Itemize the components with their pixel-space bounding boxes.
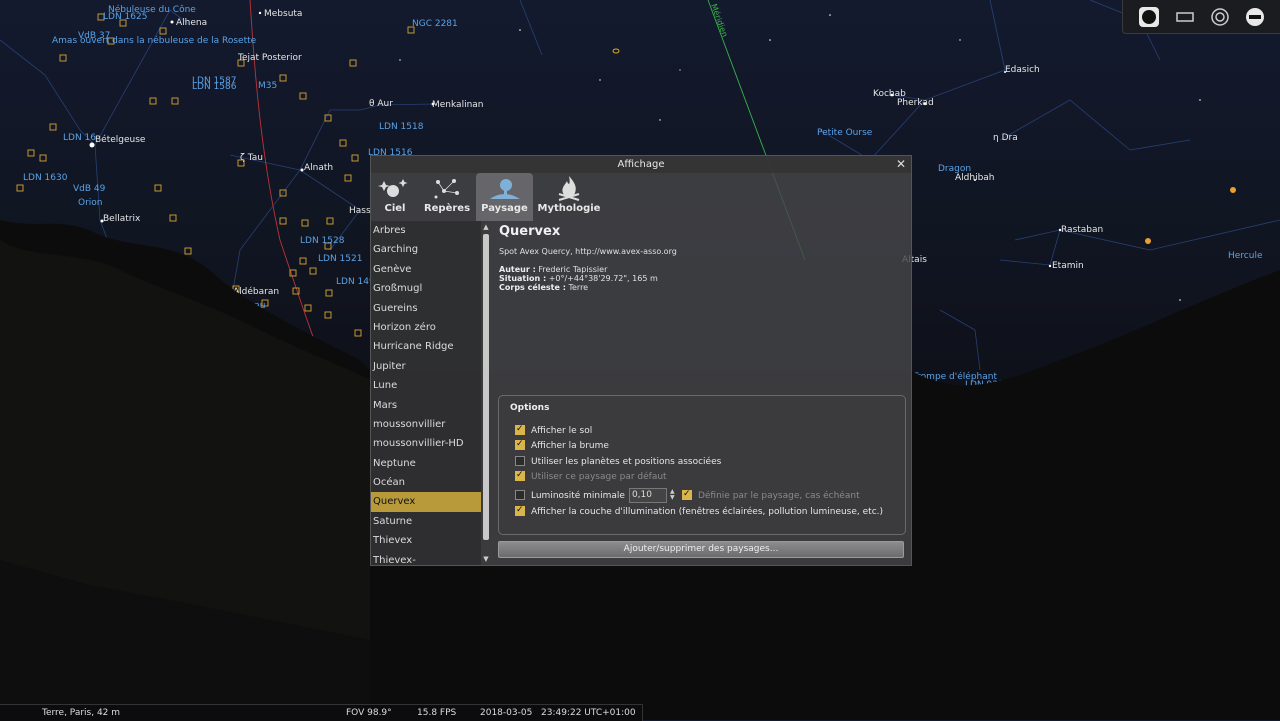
tab-ciel[interactable]: Ciel <box>375 173 415 221</box>
list-item[interactable]: Horizon zéro <box>371 318 481 337</box>
tab-reperes[interactable]: Repères <box>422 173 472 221</box>
landscape-body: Corps céleste : Terre <box>499 283 588 292</box>
time-readout[interactable]: 23:49:22 UTC+01:00 <box>541 705 636 721</box>
options-group: Options Afficher le sol Afficher la brum… <box>498 395 906 535</box>
landscape-list[interactable]: Arbres Garching Genève Großmugl Guereins… <box>371 221 481 565</box>
tab-label: Repères <box>423 203 471 214</box>
landscape-info: Quervex Spot Avex Quercy, http://www.ave… <box>491 221 911 565</box>
option-show-ground[interactable]: Afficher le sol <box>515 423 593 437</box>
brightness-spinbox[interactable]: 0,10 <box>628 488 667 503</box>
list-item-selected[interactable]: Quervex <box>371 492 481 512</box>
mythology-icon <box>537 173 601 203</box>
close-icon[interactable]: ✕ <box>894 157 908 171</box>
list-item[interactable]: Saturne <box>371 512 481 531</box>
landscape-author: Auteur : Frederic Tapissier <box>499 265 607 274</box>
option-label: Afficher le sol <box>531 426 593 436</box>
tab-label: Mythologie <box>537 203 601 214</box>
list-scrollbar[interactable]: ▲ ▼ <box>481 221 491 565</box>
checkbox[interactable] <box>515 455 525 466</box>
option-min-brightness[interactable]: Luminosité minimale0,10▲▼ Définie par le … <box>515 488 860 503</box>
list-item[interactable]: Lune <box>371 376 481 395</box>
list-item[interactable]: Großmugl <box>371 279 481 298</box>
list-item[interactable]: Océan <box>371 473 481 492</box>
list-item[interactable]: Thievex <box>371 531 481 550</box>
dialog-tabs: Ciel Repères Paysage Mythologie <box>371 173 911 221</box>
options-title: Options <box>510 403 550 413</box>
checkbox[interactable] <box>515 489 525 500</box>
list-item[interactable]: Arbres <box>371 221 481 240</box>
list-item[interactable]: Guereins <box>371 299 481 318</box>
option-label: Afficher la couche d'illumination (fenêt… <box>531 507 884 517</box>
checkbox[interactable] <box>515 504 525 516</box>
body-label: Corps céleste : <box>499 283 566 292</box>
scroll-down-icon[interactable]: ▼ <box>482 555 490 563</box>
option-label: Utiliser les planètes et positions assoc… <box>531 457 722 467</box>
scroll-thumb[interactable] <box>483 234 489 540</box>
rect-icon[interactable] <box>1174 6 1196 28</box>
option-label: Afficher la brume <box>531 441 609 451</box>
option-label: Définie par le paysage, cas échéant <box>697 491 860 501</box>
list-item[interactable]: Genève <box>371 260 481 279</box>
display-dialog: Affichage ✕ Ciel Repères Paysage Mytholo… <box>370 155 912 566</box>
landscape-description: Spot Avex Quercy, http://www.avex-asso.o… <box>499 247 677 256</box>
tab-mythologie[interactable]: Mythologie <box>537 173 601 221</box>
checkbox[interactable] <box>681 488 692 500</box>
status-bar: Terre, Paris, 42 m FOV 98.9° 15.8 FPS 20… <box>0 704 643 721</box>
markings-icon <box>422 173 472 203</box>
list-item[interactable]: Neptune <box>371 454 481 473</box>
list-item[interactable]: moussonvillier-HD <box>371 434 481 453</box>
landscape-icon <box>476 173 533 203</box>
body-value: Terre <box>568 283 589 292</box>
tab-paysage[interactable]: Paysage <box>476 173 533 221</box>
date-readout[interactable]: 2018-03-05 <box>480 705 532 721</box>
tab-label: Ciel <box>384 203 406 214</box>
fov-readout: FOV 98.9° <box>346 708 392 718</box>
checkbox[interactable] <box>515 423 525 435</box>
tab-label: Paysage <box>481 203 528 214</box>
target-icon[interactable] <box>1209 6 1231 28</box>
option-use-planets[interactable]: Utiliser les planètes et positions assoc… <box>515 455 722 468</box>
list-item[interactable]: moussonvillier <box>371 415 481 434</box>
author-value: Frederic Tapissier <box>538 265 608 274</box>
list-item[interactable]: Jupiter <box>371 357 481 376</box>
situation-value: +0°/+44°38'29.72", 165 m <box>548 274 658 283</box>
list-item[interactable]: Hurricane Ridge <box>371 337 481 356</box>
option-illumination[interactable]: Afficher la couche d'illumination (fenêt… <box>515 504 884 518</box>
exit-icon[interactable] <box>1244 6 1266 28</box>
sky-icon <box>375 173 415 203</box>
spin-arrows-icon[interactable]: ▲ ▼ <box>670 489 678 502</box>
option-label: Utiliser ce paysage par défaut <box>531 472 667 482</box>
list-item[interactable]: Garching <box>371 240 481 259</box>
list-item[interactable]: Thievex- <box>371 551 481 565</box>
dialog-title: Affichage <box>371 156 911 173</box>
checkbox[interactable] <box>515 438 525 450</box>
author-label: Auteur : <box>499 265 536 274</box>
landscape-title: Quervex <box>499 224 561 239</box>
list-item[interactable]: Mars <box>371 396 481 415</box>
option-default-landscape[interactable]: Utiliser ce paysage par défaut <box>515 469 667 483</box>
fps-readout: 15.8 FPS <box>417 708 457 718</box>
scroll-up-icon[interactable]: ▲ <box>482 223 490 231</box>
add-remove-landscapes-button[interactable]: Ajouter/supprimer des paysages... <box>498 541 904 558</box>
location-readout[interactable]: Terre, Paris, 42 m <box>42 705 120 721</box>
moon-icon[interactable] <box>1138 6 1160 28</box>
situation-label: Situation : <box>499 274 547 283</box>
option-show-fog[interactable]: Afficher la brume <box>515 438 609 452</box>
checkbox[interactable] <box>515 469 525 481</box>
option-label: Luminosité minimale <box>531 491 625 501</box>
view-toolbar <box>1122 0 1280 34</box>
landscape-situation: Situation : +0°/+44°38'29.72", 165 m <box>499 274 658 283</box>
